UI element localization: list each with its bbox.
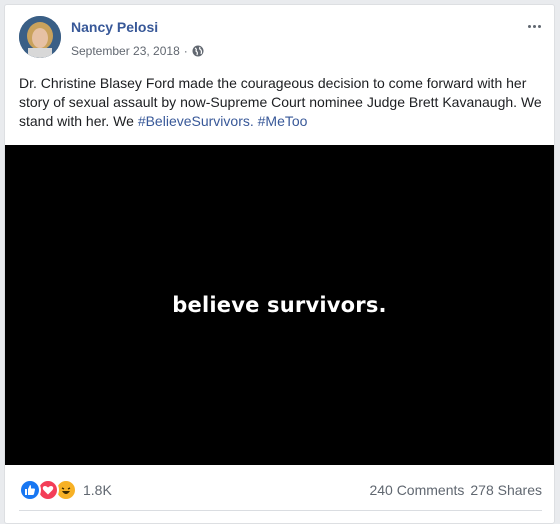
globe-icon bbox=[192, 45, 204, 57]
facebook-post: Nancy Pelosi September 23, 2018 · Dr. Ch… bbox=[4, 4, 555, 524]
post-header: Nancy Pelosi September 23, 2018 · bbox=[19, 16, 544, 66]
hashtag-metoo[interactable]: #MeToo bbox=[258, 113, 308, 129]
comments-count[interactable]: 240 Comments bbox=[369, 482, 464, 498]
reactions-summary[interactable]: 1.8K bbox=[19, 479, 112, 501]
post-text: Dr. Christine Blasey Ford made the coura… bbox=[19, 74, 544, 131]
avatar[interactable] bbox=[19, 16, 61, 58]
post-date[interactable]: September 23, 2018 bbox=[71, 44, 180, 58]
shares-count[interactable]: 278 Shares bbox=[470, 482, 542, 498]
more-options-icon[interactable] bbox=[524, 19, 544, 33]
post-meta: September 23, 2018 · bbox=[71, 44, 204, 58]
video-player[interactable]: believe survivors. bbox=[5, 145, 554, 465]
hashtag-believe-survivors[interactable]: #BelieveSurvivors. bbox=[138, 113, 254, 129]
video-caption: believe survivors. bbox=[172, 293, 387, 317]
footer-divider bbox=[19, 510, 542, 511]
meta-separator: · bbox=[183, 44, 188, 58]
like-reaction-icon bbox=[19, 479, 41, 501]
post-footer: 1.8K 240 Comments 278 Shares bbox=[19, 477, 542, 501]
reaction-count: 1.8K bbox=[83, 482, 112, 498]
author-name[interactable]: Nancy Pelosi bbox=[71, 19, 158, 35]
engagement-counts: 240 Comments 278 Shares bbox=[369, 482, 542, 498]
